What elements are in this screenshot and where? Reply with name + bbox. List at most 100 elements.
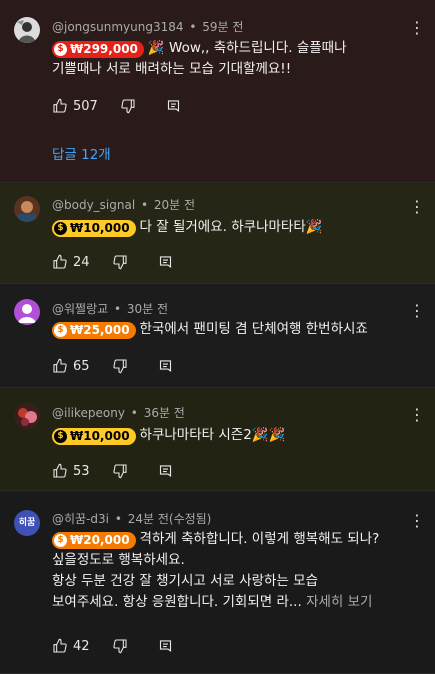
like-count: 24 xyxy=(73,254,90,270)
like-button[interactable]: 507 xyxy=(52,98,98,114)
comment-time: 30분 전 xyxy=(126,302,169,316)
thumb-down-icon xyxy=(112,639,127,654)
dislike-button[interactable] xyxy=(120,98,136,114)
reply-icon xyxy=(159,639,171,652)
more-vert-icon[interactable]: ⋮ xyxy=(409,20,425,36)
super-thanks-badge: $ ₩20,000 xyxy=(52,532,136,549)
thumb-up-icon xyxy=(53,638,67,653)
reply-icon xyxy=(159,255,171,268)
dislike-button[interactable] xyxy=(112,463,128,479)
comment: @body_signal • 20분 전 ⋮ $ ₩10,000 다 잘 될거에요.… xyxy=(0,183,435,284)
comment-text-line: 항상 두분 건강 잘 챙기시고 서로 사랑하는 모습 xyxy=(52,573,319,589)
comment-meta: @워쩔랑교 • 30분 전 xyxy=(52,302,169,316)
super-thanks-amount: ₩10,000 xyxy=(70,221,130,235)
comment: @jongsunmyung3184 • 59분 전 ⋮ $ ₩299,000 🎉 W… xyxy=(0,0,435,183)
more-vert-icon[interactable]: ⋮ xyxy=(409,407,425,423)
author-handle[interactable]: @ilikepeony xyxy=(52,406,125,420)
super-thanks-amount: ₩25,000 xyxy=(70,323,130,337)
thumb-down-icon xyxy=(121,99,135,114)
reply-button[interactable] xyxy=(166,99,181,114)
like-count: 42 xyxy=(73,638,90,654)
comment-meta: @body_signal • 20분 전 xyxy=(52,198,196,212)
like-button[interactable]: 42 xyxy=(52,638,90,654)
avatar[interactable] xyxy=(14,299,40,325)
reply-icon xyxy=(159,464,171,477)
dislike-button[interactable] xyxy=(112,358,128,374)
comment-text-line: 격하게 축하합니다. 이렇게 행복해도 되나? xyxy=(139,531,380,547)
comment-body: $ ₩10,000 다 잘 될거에요. 하쿠나마타타🎉 xyxy=(52,217,412,238)
more-vert-icon[interactable]: ⋮ xyxy=(409,303,425,319)
comment-actions: 507 xyxy=(52,96,181,116)
avatar[interactable]: 히꿈 xyxy=(14,510,40,536)
thumb-up-icon xyxy=(53,98,67,113)
dislike-button[interactable] xyxy=(112,638,128,654)
comment-body: $ ₩25,000 한국에서 팬미팅 겸 단체여행 한번하시죠 xyxy=(52,319,412,340)
comment-actions: 24 xyxy=(52,252,173,272)
thumb-down-icon xyxy=(112,359,127,374)
super-thanks-amount: ₩10,000 xyxy=(70,429,130,443)
reply-button[interactable] xyxy=(158,359,173,374)
super-thanks-coin-icon: $ xyxy=(54,534,67,547)
view-replies-link[interactable]: 답글 12개 xyxy=(52,143,111,163)
comment-time: 36분 전 xyxy=(143,406,185,420)
like-button[interactable]: 65 xyxy=(52,358,90,374)
author-handle[interactable]: @히꿈-d3i xyxy=(52,512,109,526)
reply-button[interactable] xyxy=(158,639,173,654)
more-vert-icon[interactable]: ⋮ xyxy=(409,199,425,215)
comment: @워쩔랑교 • 30분 전 ⋮ $ ₩25,000 한국에서 팬미팅 겸 단체여행 … xyxy=(0,284,435,388)
thumb-up-icon xyxy=(53,463,67,478)
comment-body: $ ₩10,000 하쿠나마타타 시즌2🎉🎉 xyxy=(52,425,412,446)
more-vert-icon[interactable]: ⋮ xyxy=(409,513,425,529)
super-thanks-badge: $ ₩10,000 xyxy=(52,220,136,237)
comment-text-line: 한국에서 팬미팅 겸 단체여행 한번하시죠 xyxy=(139,321,368,337)
comment-text-line: 기쁠때나 서로 배려하는 모습 기대할께요!! xyxy=(52,61,292,77)
like-button[interactable]: 53 xyxy=(52,463,90,479)
comment-body: $ ₩299,000 🎉 Wow,, 축하드립니다. 슬플때나 기쁠때나 서로 배려… xyxy=(52,38,412,80)
avatar[interactable] xyxy=(14,196,40,222)
like-button[interactable]: 24 xyxy=(52,254,90,270)
thumb-down-icon xyxy=(112,255,127,270)
avatar[interactable] xyxy=(14,403,40,429)
comment-meta: @히꿈-d3i • 24분 전(수정됨) xyxy=(52,512,212,526)
super-thanks-badge: $ ₩299,000 xyxy=(52,41,144,58)
author-handle[interactable]: @jongsunmyung3184 xyxy=(52,20,184,34)
thumb-up-icon xyxy=(53,254,67,269)
comment: @ilikepeony • 36분 전 ⋮ $ ₩10,000 하쿠나마타타 시즌2… xyxy=(0,388,435,491)
dislike-button[interactable] xyxy=(112,254,128,270)
thumb-up-icon xyxy=(53,358,67,373)
reply-icon xyxy=(167,99,179,112)
super-thanks-coin-icon: $ xyxy=(54,430,67,443)
reply-icon xyxy=(159,359,171,372)
like-count: 53 xyxy=(73,463,90,479)
comment-time: 59분 전 xyxy=(202,20,244,34)
comment-actions: 65 xyxy=(52,356,173,376)
comment-meta: @jongsunmyung3184 • 59분 전 xyxy=(52,20,244,34)
comment: 히꿈 @히꿈-d3i • 24분 전(수정됨) ⋮ $ ₩20,000 격하게 축하… xyxy=(0,491,435,674)
avatar-initials: 히꿈 xyxy=(18,518,36,528)
like-count: 507 xyxy=(73,98,98,114)
comment-text-line: 🎉 Wow,, 축하드립니다. 슬플때나 xyxy=(147,40,347,56)
comment-body: $ ₩20,000 격하게 축하합니다. 이렇게 행복해도 되나? 싶을정도로 행복… xyxy=(52,529,424,613)
super-thanks-coin-icon: $ xyxy=(54,43,67,56)
comment-text-line: 보여주세요. 항상 응원합니다. 기회되면 라... xyxy=(52,594,302,610)
author-handle[interactable]: @body_signal xyxy=(52,198,135,212)
super-thanks-badge: $ ₩25,000 xyxy=(52,322,136,339)
reply-button[interactable] xyxy=(158,464,173,479)
super-thanks-badge: $ ₩10,000 xyxy=(52,428,136,445)
read-more-link[interactable]: 자세히 보기 xyxy=(306,594,372,610)
comment-text-line: 하쿠나마타타 시즌2🎉🎉 xyxy=(139,427,286,443)
comment-actions: 42 xyxy=(52,636,173,656)
comment-time: 24분 전(수정됨) xyxy=(127,512,212,526)
avatar[interactable] xyxy=(14,17,40,43)
super-thanks-coin-icon: $ xyxy=(54,222,67,235)
reply-button[interactable] xyxy=(158,255,173,270)
comment-text-line: 싶을정도로 행복하세요. xyxy=(52,552,185,568)
super-thanks-coin-icon: $ xyxy=(54,324,67,337)
comment-actions: 53 xyxy=(52,461,173,481)
super-thanks-amount: ₩299,000 xyxy=(70,42,138,56)
super-thanks-amount: ₩20,000 xyxy=(70,533,130,547)
thumb-down-icon xyxy=(112,464,127,479)
author-handle[interactable]: @워쩔랑교 xyxy=(52,302,108,316)
like-count: 65 xyxy=(73,358,90,374)
comment-text-line: 다 잘 될거에요. 하쿠나마타타🎉 xyxy=(139,219,323,235)
